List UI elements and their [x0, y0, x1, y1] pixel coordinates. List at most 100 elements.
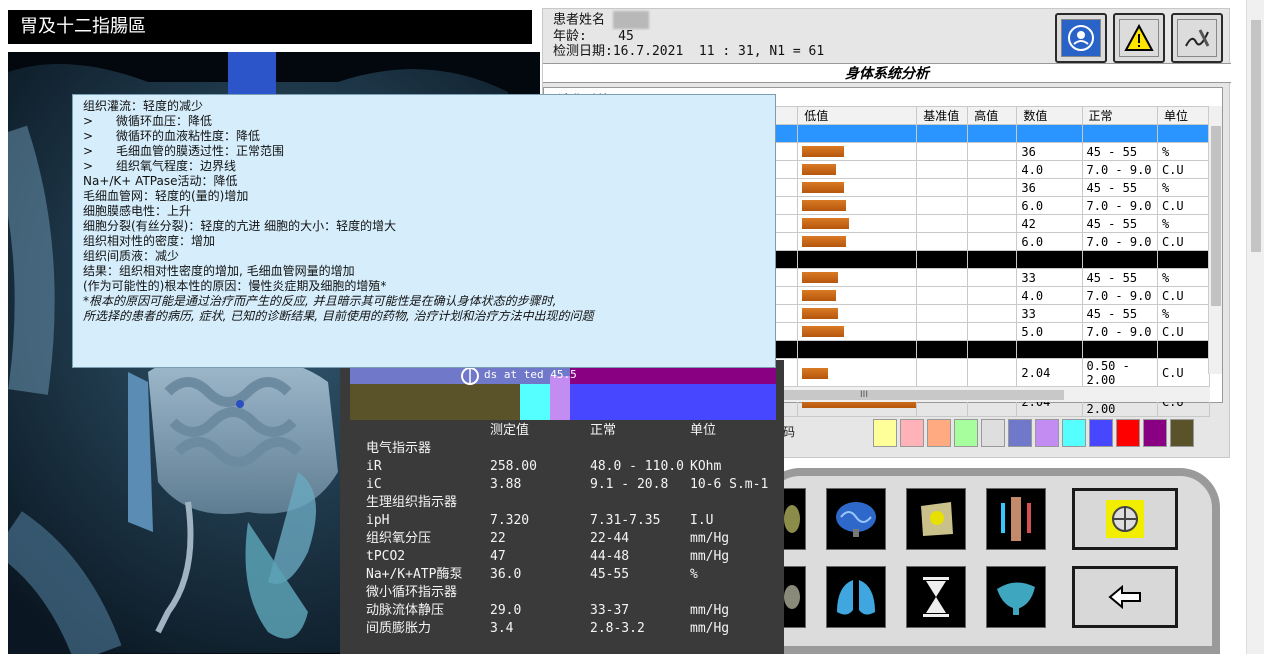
cell-value: 5.0	[1016, 322, 1083, 341]
col-header-low[interactable]: 低值	[797, 106, 918, 125]
cell-low	[797, 214, 918, 233]
window-scrollbar[interactable]	[1246, 0, 1264, 654]
measure-row: 生理组织指示器	[366, 494, 776, 512]
measure-name: 组织氧分压	[366, 531, 432, 546]
cell-base	[916, 232, 969, 251]
cell-low	[797, 358, 918, 388]
color-legend-label: 码	[783, 425, 796, 439]
tooltip-line: (作为可能性的)根本性的原因：慢性炎症期及细胞的增殖*	[83, 279, 387, 293]
hourglass-button[interactable]	[906, 566, 966, 628]
organ-title: 胃及十二指腸區	[8, 10, 532, 44]
measure-normal: 33-37	[590, 603, 630, 618]
liver-button[interactable]	[986, 566, 1046, 628]
cell-base	[916, 178, 969, 197]
signature-button[interactable]	[1171, 13, 1223, 63]
measure-name: 生理组织指示器	[366, 495, 458, 510]
color-swatch	[954, 419, 978, 447]
color-swatch	[1008, 419, 1032, 447]
measure-value: 3.88	[490, 477, 522, 492]
measure-row: 组织氧分压 22 22-44 mm/Hg	[366, 530, 776, 548]
cell-normal: 7.0 - 9.0	[1081, 322, 1158, 341]
value-bar	[802, 218, 850, 229]
measure-unit: 10-6 S.m-1	[690, 477, 769, 492]
cell-high	[967, 304, 1018, 323]
lungs-icon	[837, 580, 875, 615]
cell-high	[967, 124, 1018, 143]
cell-low	[797, 124, 918, 143]
kidney-icon	[784, 505, 800, 533]
cell-base	[916, 286, 969, 305]
measure-normal: 9.1 - 20.8	[590, 477, 669, 492]
tooltip-line: > 微循环的血液粘性度：降低	[83, 129, 260, 143]
cell-high	[967, 250, 1018, 269]
cell-unit: C.U	[1156, 322, 1211, 341]
measure-name: Na+/K+ATP酶泵	[366, 567, 463, 582]
cell-normal: 7.0 - 9.0	[1081, 196, 1158, 215]
cell-high	[967, 214, 1018, 233]
spine-button[interactable]	[906, 488, 966, 550]
normal-header: 正常	[590, 423, 617, 438]
patient-name-redacted	[613, 11, 650, 29]
measure-normal: 2.8-3.2	[590, 621, 645, 636]
tooltip-note-line: *根本的原因可能是通过治疗而产生的反应, 并且暗示其可能性是在确认身体状态的步骤…	[83, 294, 557, 308]
measure-unit: mm/Hg	[690, 621, 730, 636]
target-button[interactable]	[1072, 488, 1178, 550]
cell-normal: 7.0 - 9.0	[1081, 232, 1158, 251]
measure-row: Na+/K+ATP酶泵 36.0 45-55%	[366, 566, 776, 584]
col-header-unit[interactable]: 单位	[1156, 106, 1211, 125]
warning-button[interactable]	[1113, 13, 1165, 63]
value-bar	[802, 200, 847, 211]
measure-normal: 22-44	[590, 531, 630, 546]
cell-value: 4.0	[1016, 286, 1083, 305]
measure-value: 3.4	[490, 621, 514, 636]
cell-normal	[1081, 250, 1158, 269]
cell-unit: %	[1156, 142, 1211, 161]
color-swatch	[1062, 419, 1086, 447]
color-swatch	[1170, 419, 1194, 447]
cell-high	[967, 358, 1018, 388]
age-label: 年龄:	[553, 29, 587, 44]
color-swatch	[1116, 419, 1140, 447]
measure-row: 电气指示器	[366, 440, 776, 458]
baby-care-icon	[1061, 19, 1101, 57]
measure-row: 微小循环指示器	[366, 584, 776, 602]
cell-base	[916, 304, 969, 323]
back-button[interactable]	[1072, 566, 1178, 628]
cell-value: 42	[1016, 214, 1083, 233]
lungs-button[interactable]	[826, 566, 886, 628]
measurement-panel: ds at ted 45.5 测定值 正常 单位 电气指示器 iR 258.00 48…	[340, 360, 784, 654]
cell-value: 33	[1016, 268, 1083, 287]
measure-value: 258.00	[490, 459, 537, 474]
cell-base	[916, 358, 969, 388]
measure-name: ipH	[366, 513, 390, 528]
col-header-base[interactable]: 基准值	[916, 106, 969, 125]
baby-care-button[interactable]	[1055, 13, 1107, 63]
age-value: 45	[618, 29, 634, 44]
measure-value: 47	[490, 549, 506, 564]
cell-normal: 45 - 55	[1081, 214, 1158, 233]
col-header-value[interactable]: 数值	[1016, 106, 1083, 125]
measure-name: 动脉流体静压	[366, 603, 445, 618]
brain-button[interactable]	[826, 488, 886, 550]
date-value: 16.7.2021 11 : 31, N1 = 61	[612, 44, 825, 59]
cell-high	[967, 286, 1018, 305]
tooltip-line: 结果：组织相对性密度的增加, 毛细血管网量的增加	[83, 264, 355, 278]
cell-low	[797, 250, 918, 269]
cell-low	[797, 178, 918, 197]
col-header-normal[interactable]: 正常	[1081, 106, 1158, 125]
cell-base	[916, 250, 969, 269]
cell-unit: C.U	[1156, 286, 1211, 305]
cell-unit: C.U	[1156, 196, 1211, 215]
cell-value	[1016, 340, 1083, 359]
cell-normal	[1081, 124, 1158, 143]
value-bar	[802, 272, 839, 283]
cell-low	[797, 142, 918, 161]
tooltip-line: 组织间质液：减少	[83, 249, 180, 263]
warning-icon	[1119, 19, 1159, 57]
color-legend	[873, 419, 1197, 447]
signature-icon	[1177, 19, 1217, 57]
spinal-column-button[interactable]	[986, 488, 1046, 550]
table-vertical-scrollbar[interactable]	[1208, 106, 1222, 374]
measured-header: 测定值	[490, 423, 530, 438]
col-header-high[interactable]: 高值	[967, 106, 1018, 125]
